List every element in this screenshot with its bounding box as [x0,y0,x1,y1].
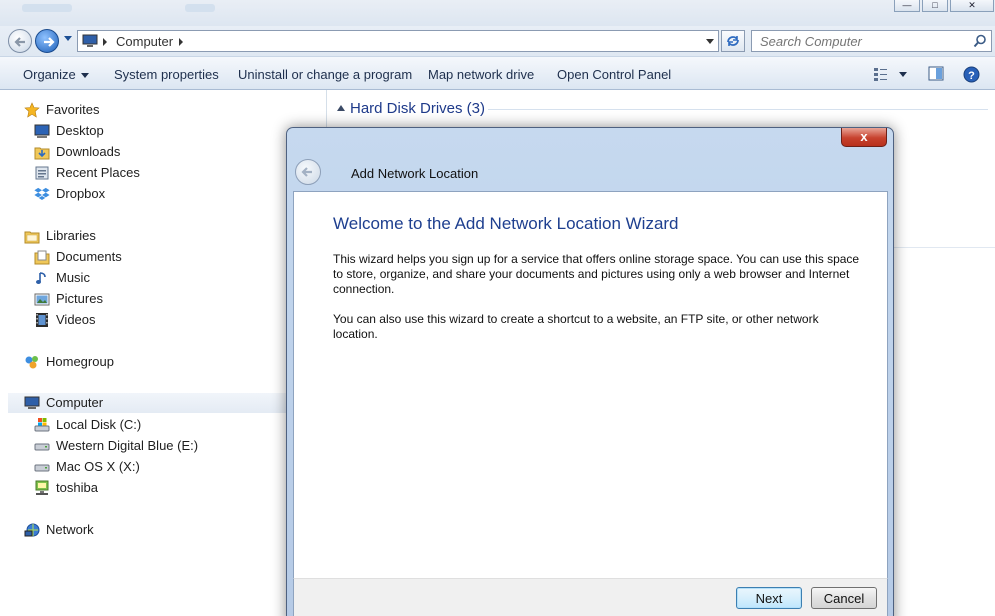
libraries-icon [24,231,40,244]
recent-pages-dropdown[interactable] [64,36,72,41]
group-divider [488,109,988,110]
sidebar-item-label: Network [46,522,94,537]
dropbox-icon [34,187,50,200]
organize-menu[interactable]: Organize [23,67,89,82]
navigation-pane: Favorites Desktop Downloads Recent Place… [0,90,327,616]
sidebar-item-label: Pictures [56,291,103,306]
close-window-button[interactable]: ✕ [950,0,994,12]
back-arrow-icon [301,167,312,177]
hard-drive-icon [34,464,50,472]
svg-text:?: ? [968,70,975,82]
open-control-panel-button[interactable]: Open Control Panel [557,67,671,82]
back-arrow-icon [14,37,25,47]
wizard-content: Welcome to the Add Network Location Wiza… [293,191,888,578]
sidebar-item-label: Favorites [46,102,100,117]
wizard-description: This wizard helps you sign up for a serv… [333,252,860,296]
sidebar-item-label: Homegroup [46,354,114,369]
address-dropdown-icon[interactable] [706,39,714,44]
command-bar: Organize System properties Uninstall or … [0,56,995,90]
refresh-icon [727,36,739,46]
search-input[interactable] [752,31,962,51]
title-bar-blur [22,4,72,12]
documents-icon [34,250,50,265]
wizard-description-secondary: You can also use this wizard to create a… [333,312,819,341]
system-properties-button[interactable]: System properties [114,67,219,82]
title-bar-blur [185,4,215,12]
add-network-location-dialog: x Add Network Location Welcome to the Ad… [286,127,894,616]
wizard-footer: Next Cancel [293,578,888,616]
sidebar-item-label: Local Disk (C:) [56,417,142,432]
sidebar-item-computer[interactable]: Computer [8,393,318,413]
preview-pane-icon[interactable] [928,66,944,82]
back-button[interactable] [8,29,32,53]
hard-drive-icon [34,443,50,451]
system-drive-icon [34,418,50,432]
address-row: Computer [0,26,995,56]
organize-label: Organize [23,67,76,82]
forward-arrow-icon [44,37,55,47]
sidebar-item-label: Music [56,270,90,285]
explorer-title-bar: — □ ✕ [0,0,995,26]
section-divider [888,247,995,248]
refresh-button[interactable] [721,30,745,52]
computer-icon [82,34,98,47]
network-icon [24,523,40,537]
next-button[interactable]: Next [736,587,802,609]
network-drive-icon [35,480,49,495]
breadcrumb-separator-icon[interactable] [103,38,107,46]
help-icon[interactable]: ? [963,66,980,83]
videos-icon [36,313,48,327]
breadcrumb-separator-icon[interactable] [179,38,183,46]
dialog-title: Add Network Location [351,166,479,181]
search-icon[interactable] [973,34,987,48]
hard-disk-drives-group-header[interactable]: Hard Disk Drives (3) [350,100,485,117]
uninstall-program-button[interactable]: Uninstall or change a program [238,67,412,82]
sidebar-item-label: Computer [46,395,104,410]
sidebar-item-label: Western Digital Blue (E:) [56,438,199,453]
pictures-icon [34,293,50,306]
sidebar-item-label: Dropbox [56,186,106,201]
change-view-icon[interactable] [873,66,911,82]
star-icon [24,102,40,118]
address-bar[interactable]: Computer [77,30,719,52]
sidebar-item-label: Downloads [56,144,121,159]
collapse-group-icon[interactable] [337,105,345,111]
recent-places-icon [35,166,49,180]
desktop-icon [34,124,50,138]
computer-icon [24,396,40,409]
sidebar-item-label: toshiba [56,480,98,495]
breadcrumb-computer[interactable]: Computer [116,34,173,49]
sidebar-item-label: Recent Places [56,165,140,180]
search-box[interactable] [751,30,992,52]
sidebar-item-label: Documents [56,249,122,264]
music-note-icon [36,272,46,284]
wizard-back-button[interactable] [295,159,321,185]
sidebar-item-label: Mac OS X (X:) [56,459,140,474]
minimize-button[interactable]: — [894,0,920,12]
wizard-heading: Welcome to the Add Network Location Wiza… [333,214,679,233]
sidebar-item-label: Desktop [56,123,104,138]
dialog-close-button[interactable]: x [841,128,887,147]
maximize-button[interactable]: □ [922,0,948,12]
map-network-drive-button[interactable]: Map network drive [428,67,534,82]
homegroup-icon [25,356,38,369]
downloads-folder-icon [34,147,50,160]
sidebar-item-label: Libraries [46,228,96,243]
forward-button[interactable] [35,29,59,53]
chevron-down-icon [80,73,89,79]
cancel-button[interactable]: Cancel [811,587,877,609]
sidebar-item-label: Videos [56,312,96,327]
